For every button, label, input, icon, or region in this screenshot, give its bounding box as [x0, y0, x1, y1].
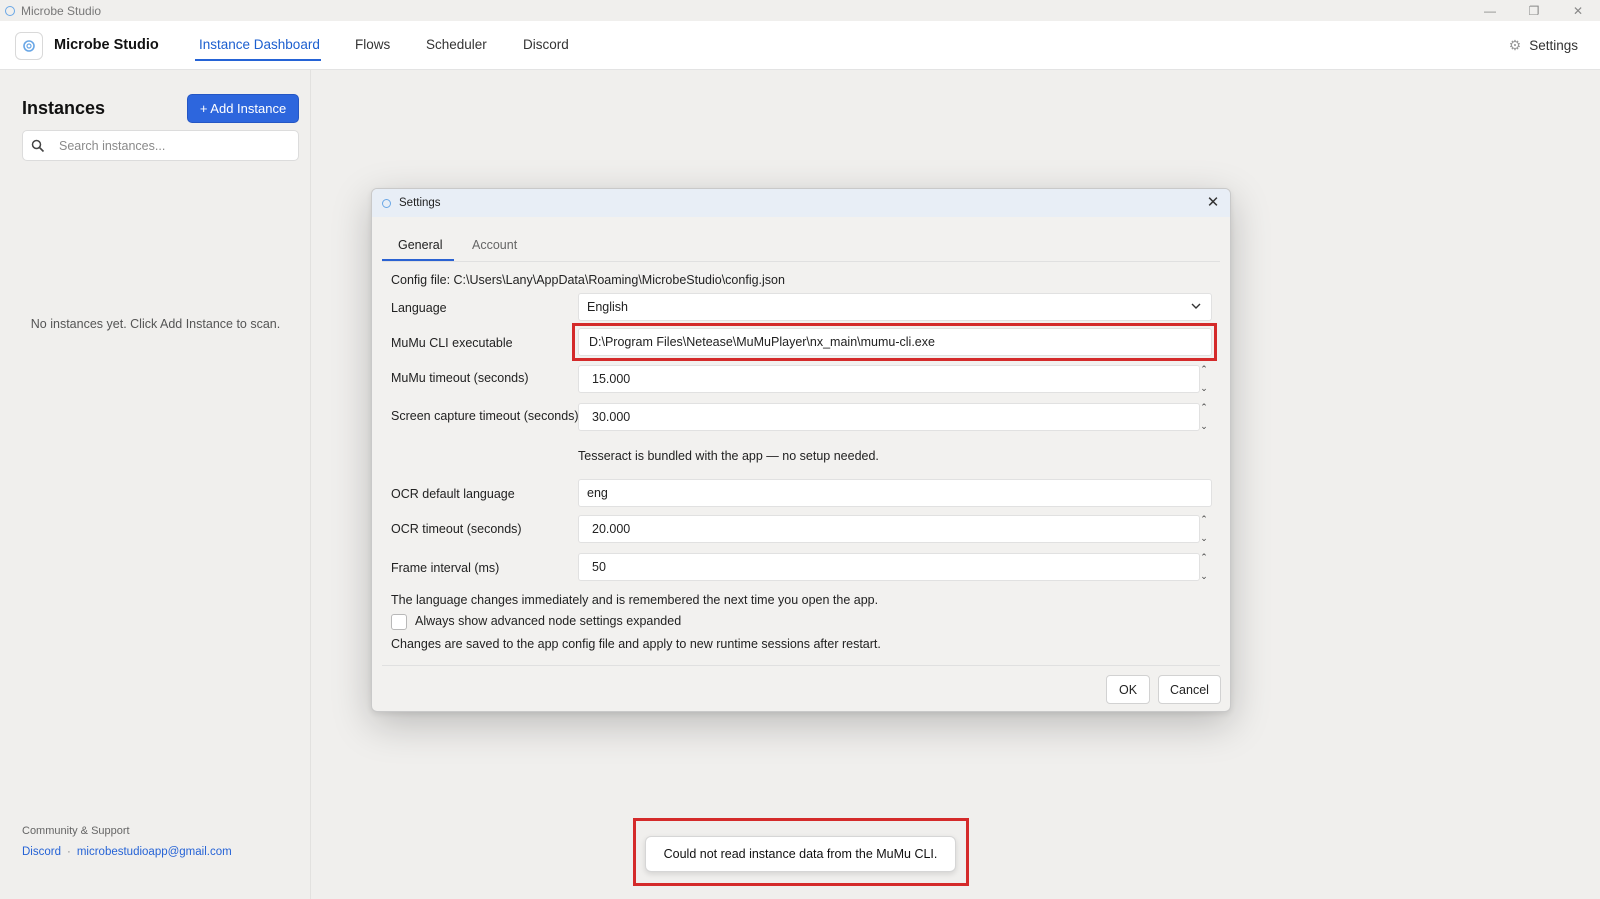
chevron-down-icon[interactable]: ⌄	[1200, 571, 1208, 582]
brand-name: Microbe Studio	[54, 37, 159, 53]
mumu-timeout-stepper[interactable]: ⌃ ⌄	[1196, 364, 1212, 394]
dialog-app-icon	[382, 198, 391, 208]
config-file-path: Config file: C:\Users\Lany\AppData\Roami…	[391, 273, 785, 287]
ok-button[interactable]: OK	[1106, 675, 1150, 704]
chevron-down-icon[interactable]: ⌄	[1200, 533, 1208, 544]
ocr-timeout-label: OCR timeout (seconds)	[391, 522, 522, 536]
advanced-settings-checkbox[interactable]	[391, 614, 407, 630]
button-divider	[382, 665, 1220, 666]
dialog-titlebar: Settings ✕	[372, 189, 1230, 217]
discord-link[interactable]: Discord	[22, 846, 61, 858]
mumu-cli-input[interactable]: D:\Program Files\Netease\MuMuPlayer\nx_m…	[578, 328, 1212, 356]
cancel-button[interactable]: Cancel	[1158, 675, 1221, 704]
settings-dialog: Settings ✕ General Account Config file: …	[371, 188, 1231, 712]
tab-general[interactable]: General	[398, 238, 442, 252]
save-note: Changes are saved to the app config file…	[391, 637, 881, 651]
app-icon	[5, 5, 15, 16]
chevron-down-icon[interactable]: ⌄	[1200, 383, 1208, 394]
search-icon	[31, 139, 45, 153]
link-separator: ·	[66, 846, 71, 858]
language-note: The language changes immediately and is …	[391, 593, 879, 607]
tab-scheduler[interactable]: Scheduler	[426, 37, 487, 52]
frame-interval-label: Frame interval (ms)	[391, 561, 500, 575]
mumu-cli-value: D:\Program Files\Netease\MuMuPlayer\nx_m…	[589, 335, 935, 349]
settings-button[interactable]: ⚙ Settings	[1509, 37, 1578, 54]
tab-flows[interactable]: Flows	[355, 37, 390, 52]
capture-timeout-value: 30.000	[592, 410, 631, 424]
frame-interval-value: 50	[592, 560, 606, 574]
footer-links: Discord · microbestudioapp@gmail.com	[22, 846, 232, 858]
mumu-timeout-label: MuMu timeout (seconds)	[391, 371, 529, 385]
ocr-timeout-input[interactable]: 20.000	[578, 515, 1200, 543]
email-link[interactable]: microbestudioapp@gmail.com	[77, 846, 232, 858]
search-input[interactable]	[59, 138, 279, 153]
close-icon[interactable]: ✕	[1204, 193, 1222, 211]
ocr-language-input[interactable]: eng	[578, 479, 1212, 507]
minimize-icon[interactable]: —	[1468, 0, 1512, 21]
community-label: Community & Support	[22, 825, 130, 837]
chevron-up-icon[interactable]: ⌃	[1200, 402, 1208, 413]
dialog-title: Settings	[399, 197, 441, 209]
chevron-down-icon	[1191, 303, 1201, 309]
window-title: Microbe Studio	[21, 3, 102, 18]
language-select[interactable]: English	[578, 293, 1212, 321]
instances-title: Instances	[22, 98, 106, 118]
frame-interval-input[interactable]: 50	[578, 553, 1200, 581]
capture-timeout-label: Screen capture timeout (seconds)	[391, 409, 579, 423]
mumu-timeout-input[interactable]: 15.000	[578, 365, 1200, 393]
empty-instances-message: No instances yet. Click Add Instance to …	[30, 317, 281, 331]
capture-timeout-input[interactable]: 30.000	[578, 403, 1200, 431]
error-toast: Could not read instance data from the Mu…	[645, 836, 956, 872]
tab-account[interactable]: Account	[472, 238, 517, 252]
tab-instance-dashboard[interactable]: Instance Dashboard	[199, 37, 320, 52]
gear-icon: ⚙	[1508, 37, 1522, 53]
brand-logo-icon	[15, 32, 43, 60]
add-instance-button[interactable]: + Add Instance	[187, 94, 299, 123]
ocr-language-label: OCR default language	[391, 487, 515, 501]
top-nav: Microbe Studio Instance Dashboard Flows …	[0, 21, 1600, 70]
tab-discord[interactable]: Discord	[523, 37, 569, 52]
restore-icon[interactable]: ❐	[1512, 0, 1556, 21]
ocr-language-value: eng	[587, 486, 608, 500]
chevron-up-icon[interactable]: ⌃	[1200, 552, 1208, 563]
active-tab-indicator	[195, 59, 321, 61]
settings-label: Settings	[1529, 38, 1578, 53]
ocr-timeout-stepper[interactable]: ⌃ ⌄	[1196, 514, 1212, 544]
chevron-up-icon[interactable]: ⌃	[1200, 364, 1208, 375]
ocr-timeout-value: 20.000	[592, 522, 631, 536]
sidebar: Instances + Add Instance No instances ye…	[0, 70, 311, 899]
search-box[interactable]	[22, 130, 299, 161]
mumu-timeout-value: 15.000	[592, 372, 631, 386]
chevron-down-icon[interactable]: ⌄	[1200, 421, 1208, 432]
frame-interval-stepper[interactable]: ⌃ ⌄	[1196, 552, 1212, 582]
advanced-settings-label[interactable]: Always show advanced node settings expan…	[415, 614, 681, 628]
tesseract-note: Tesseract is bundled with the app — no s…	[578, 449, 879, 463]
capture-timeout-stepper[interactable]: ⌃ ⌄	[1196, 402, 1212, 432]
language-value: English	[587, 300, 628, 314]
chevron-up-icon[interactable]: ⌃	[1200, 514, 1208, 525]
language-label: Language	[391, 301, 447, 315]
close-window-icon[interactable]: ✕	[1556, 0, 1600, 21]
tab-divider	[382, 261, 1220, 262]
window-titlebar: Microbe Studio — ❐ ✕	[0, 0, 1600, 21]
mumu-cli-label: MuMu CLI executable	[391, 336, 513, 350]
